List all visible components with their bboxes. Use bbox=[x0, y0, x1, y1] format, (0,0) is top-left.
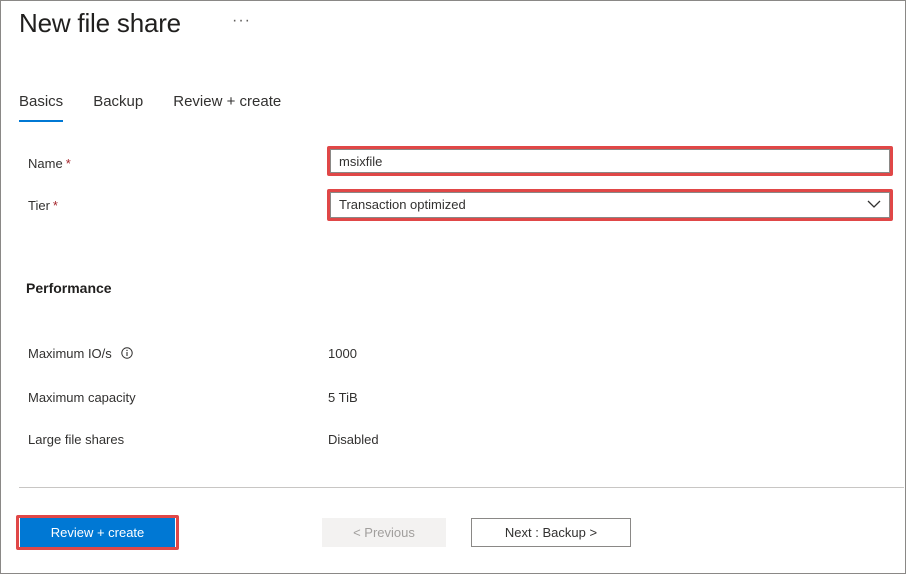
name-label-text: Name bbox=[28, 156, 63, 171]
info-icon[interactable] bbox=[121, 347, 134, 359]
more-ellipsis-icon[interactable]: ··· bbox=[232, 12, 251, 30]
max-iops-label-text: Maximum IO/s bbox=[28, 346, 112, 361]
previous-button[interactable]: < Previous bbox=[322, 518, 446, 547]
tier-selected-value: Transaction optimized bbox=[339, 197, 466, 212]
performance-heading: Performance bbox=[26, 280, 112, 296]
review-create-button[interactable]: Review + create bbox=[20, 518, 175, 547]
max-iops-value: 1000 bbox=[328, 346, 357, 361]
chevron-down-icon bbox=[867, 200, 881, 208]
name-label: Name * bbox=[28, 156, 71, 171]
tab-bar: Basics Backup Review + create bbox=[19, 92, 311, 124]
max-capacity-value: 5 TiB bbox=[328, 390, 358, 405]
footer-divider bbox=[19, 487, 904, 488]
required-marker: * bbox=[65, 156, 71, 171]
next-backup-button[interactable]: Next : Backup > bbox=[471, 518, 631, 547]
tab-backup[interactable]: Backup bbox=[93, 92, 143, 122]
tier-label-text: Tier bbox=[28, 198, 50, 213]
name-input[interactable] bbox=[330, 149, 890, 173]
tier-dropdown[interactable]: Transaction optimized bbox=[330, 192, 890, 218]
tab-review-create[interactable]: Review + create bbox=[173, 92, 281, 122]
page-title: New file share bbox=[19, 8, 181, 38]
large-file-shares-label: Large file shares bbox=[28, 432, 125, 447]
max-iops-label: Maximum IO/s bbox=[28, 346, 134, 361]
required-marker: * bbox=[52, 198, 58, 213]
tab-basics[interactable]: Basics bbox=[19, 92, 64, 122]
max-capacity-label: Maximum capacity bbox=[28, 390, 136, 405]
tier-label: Tier * bbox=[28, 198, 58, 213]
large-file-shares-value: Disabled bbox=[328, 432, 379, 447]
